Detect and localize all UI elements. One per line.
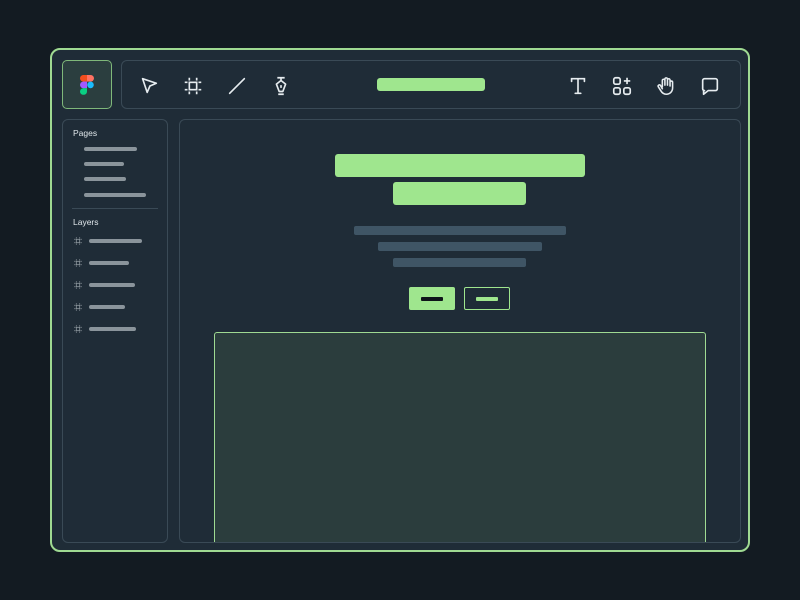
frame-icon	[74, 325, 82, 333]
layer-name	[89, 261, 129, 265]
left-panel: Pages Layers	[62, 119, 168, 543]
layers-title: Layers	[73, 217, 99, 227]
frame-icon	[74, 259, 82, 267]
move-tool[interactable]	[136, 73, 162, 99]
frame-icon	[74, 303, 82, 311]
main-menu-button[interactable]	[62, 60, 112, 109]
comment-icon	[701, 77, 719, 96]
panel-divider	[72, 208, 158, 209]
toolbar	[121, 60, 741, 109]
text-icon	[570, 77, 586, 95]
frame-icon	[184, 77, 202, 95]
move-icon	[141, 77, 158, 94]
layer-item[interactable]	[73, 301, 125, 313]
pages-title: Pages	[73, 128, 98, 138]
frame-icon	[74, 281, 82, 289]
secondary-button-placeholder[interactable]	[464, 287, 510, 310]
components-icon	[612, 76, 632, 96]
page-item[interactable]	[84, 147, 137, 151]
body-text-placeholder[interactable]	[354, 226, 566, 235]
page-item[interactable]	[84, 162, 124, 166]
layer-name	[89, 283, 135, 287]
button-label-placeholder	[476, 296, 498, 301]
hand-tool[interactable]	[653, 73, 679, 99]
body-text-placeholder[interactable]	[393, 258, 526, 267]
app-window: Pages Layers	[50, 48, 750, 552]
layer-name	[89, 239, 142, 243]
hero-subheading-placeholder[interactable]	[393, 182, 526, 205]
components-tool[interactable]	[609, 73, 635, 99]
layer-item[interactable]	[73, 235, 142, 247]
figma-logo-icon	[80, 74, 94, 95]
button-label-placeholder	[421, 296, 443, 301]
frame-icon	[74, 237, 82, 245]
primary-button-placeholder[interactable]	[409, 287, 455, 310]
hand-icon	[657, 77, 674, 96]
page-item[interactable]	[84, 177, 126, 181]
pen-icon	[275, 76, 287, 96]
layer-item[interactable]	[73, 279, 135, 291]
frame-tool[interactable]	[180, 73, 206, 99]
layer-item[interactable]	[73, 323, 136, 335]
comment-tool[interactable]	[697, 73, 723, 99]
layer-name	[89, 327, 136, 331]
design-canvas[interactable]	[179, 119, 741, 543]
pen-tool[interactable]	[268, 73, 294, 99]
layer-item[interactable]	[73, 257, 129, 269]
page-item[interactable]	[84, 193, 146, 197]
line-tool[interactable]	[224, 73, 250, 99]
image-frame-placeholder[interactable]	[214, 332, 706, 542]
layer-name	[89, 305, 125, 309]
line-icon	[228, 77, 246, 95]
body-text-placeholder[interactable]	[378, 242, 542, 251]
file-title[interactable]	[377, 78, 485, 91]
hero-heading-placeholder[interactable]	[335, 154, 585, 177]
text-tool[interactable]	[565, 73, 591, 99]
